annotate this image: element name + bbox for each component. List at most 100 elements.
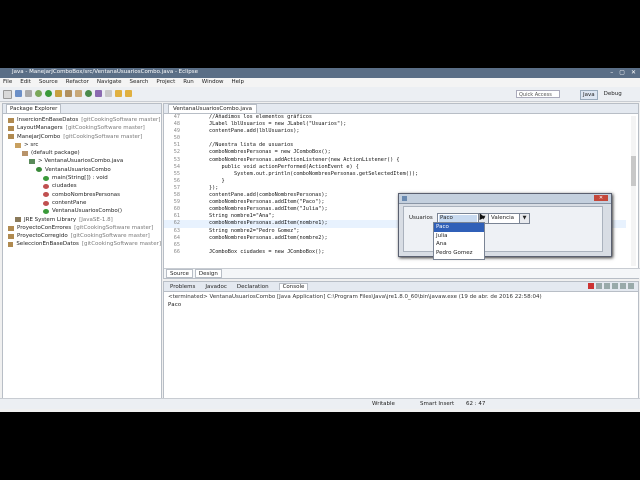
line-text: comboNombresPersonas.addItem("Paco"); xyxy=(184,199,325,206)
tree-item-decoration: [gitCookingSoftware master] xyxy=(70,233,150,240)
perspective-java[interactable]: Java xyxy=(580,90,598,100)
forward-icon[interactable] xyxy=(125,90,132,97)
code-line[interactable]: 48 JLabel lblUsuarios = new JLabel("Usua… xyxy=(164,121,626,128)
chevron-down-icon[interactable]: ▼ xyxy=(519,214,529,223)
package-explorer-tab[interactable]: Package Explorer xyxy=(6,104,62,113)
tree-item[interactable]: comboNombresPersonas xyxy=(5,191,161,199)
source-tab[interactable]: Source xyxy=(166,269,193,278)
code-line[interactable]: 53 comboNombresPersonas.addActionListene… xyxy=(164,157,626,164)
line-number: 65 xyxy=(173,241,180,248)
line-number: 50 xyxy=(173,135,180,142)
open-type-icon[interactable] xyxy=(95,90,102,97)
source-folder-icon xyxy=(15,142,21,148)
save-icon[interactable] xyxy=(15,90,22,97)
tab-console[interactable]: Console xyxy=(278,283,309,290)
new-package-icon[interactable] xyxy=(75,90,82,97)
tree-item[interactable]: ciudades xyxy=(5,182,161,190)
quick-access-input[interactable]: Quick Access xyxy=(516,90,560,98)
tree-item[interactable]: VentanaUsuariosCombo xyxy=(5,166,161,174)
dropdown-option[interactable]: Paco xyxy=(434,223,484,232)
tree-item[interactable]: > VentanaUsuariosCombo.java xyxy=(5,157,161,165)
run-icon[interactable] xyxy=(45,90,52,97)
display-console-icon[interactable] xyxy=(628,283,634,289)
search-icon[interactable] xyxy=(105,90,112,97)
line-number: 51 xyxy=(173,142,180,149)
new-class-icon[interactable] xyxy=(85,90,92,97)
tree-item[interactable]: (default package) xyxy=(5,149,161,157)
print-icon[interactable] xyxy=(25,90,32,97)
tab-declaration[interactable]: Declaration xyxy=(237,284,269,290)
remove-launch-icon[interactable] xyxy=(596,283,602,289)
menu-project[interactable]: Project xyxy=(156,78,175,87)
code-line[interactable]: 54 public void actionPerformed(ActionEve… xyxy=(164,164,626,171)
debug-icon[interactable] xyxy=(35,90,42,97)
code-line[interactable]: 47 //Añadimos los elementos gráficos xyxy=(164,114,626,121)
dropdown-option[interactable]: Ana xyxy=(434,240,484,249)
menu-refactor[interactable]: Refactor xyxy=(66,78,89,87)
maximize-button[interactable]: ▢ xyxy=(619,69,625,76)
cities-combo[interactable]: Valencia ▼ xyxy=(488,213,530,224)
minimize-button[interactable]: – xyxy=(610,69,613,76)
dropdown-option[interactable]: Julia xyxy=(434,232,484,241)
menu-window[interactable]: Window xyxy=(202,78,224,87)
new-icon[interactable] xyxy=(3,90,12,99)
menu-edit[interactable]: Edit xyxy=(20,78,31,87)
tree-item-label: ManejarJCombo xyxy=(17,133,61,140)
tree-item-label: LayoutManagers xyxy=(17,125,63,132)
terminate-icon[interactable] xyxy=(588,283,594,289)
menu-run[interactable]: Run xyxy=(183,78,194,87)
menu-bar: File Edit Source Refactor Navigate Searc… xyxy=(0,78,640,87)
project-icon xyxy=(8,125,14,131)
editor-scrollbar[interactable] xyxy=(631,116,636,266)
menu-file[interactable]: File xyxy=(3,78,12,87)
tree-item-label: ProyectoCorregido xyxy=(17,233,68,240)
tree-item-label: ProyectoConErrores xyxy=(17,224,72,231)
line-text: String nombre1="Ana"; xyxy=(184,213,275,220)
tree-item[interactable]: ManejarJCombo [gitCookingSoftware master] xyxy=(5,133,161,141)
tree-item[interactable]: LayoutManagers [gitCookingSoftware master… xyxy=(5,124,161,132)
clear-console-icon[interactable] xyxy=(604,283,610,289)
tree-item[interactable]: > src xyxy=(5,141,161,149)
menu-help[interactable]: Help xyxy=(231,78,244,87)
menu-navigate[interactable]: Navigate xyxy=(97,78,122,87)
project-tree: InsercionEnBaseDatos [gitCookingSoftware … xyxy=(3,114,161,249)
tree-item[interactable]: InsercionEnBaseDatos [gitCookingSoftware … xyxy=(5,116,161,124)
tree-item[interactable]: main(String[]) : void xyxy=(5,174,161,182)
tree-item[interactable]: ProyectoCorregido [gitCookingSoftware mas… xyxy=(5,232,161,240)
pin-console-icon[interactable] xyxy=(620,283,626,289)
tree-item-label: JRE System Library xyxy=(24,216,77,223)
tree-item[interactable]: JRE System Library [JavaSE-1.8] xyxy=(5,216,161,224)
back-icon[interactable] xyxy=(115,90,122,97)
tree-item[interactable]: contentPane xyxy=(5,199,161,207)
line-text: contentPane.add(lblUsuarios); xyxy=(184,128,300,135)
external-tools-icon[interactable] xyxy=(55,90,62,97)
close-button[interactable]: ✕ xyxy=(631,69,636,76)
tab-problems[interactable]: Problems xyxy=(170,284,195,290)
tab-javadoc[interactable]: Javadoc xyxy=(205,284,227,290)
tree-item[interactable]: VentanaUsuariosCombo() xyxy=(5,207,161,215)
code-line[interactable]: 49 contentPane.add(lblUsuarios); xyxy=(164,128,626,135)
perspective-debug[interactable]: Debug xyxy=(604,90,622,100)
code-line[interactable]: 55 System.out.println(comboNombresPerson… xyxy=(164,171,626,178)
menu-source[interactable]: Source xyxy=(39,78,58,87)
editor-tab[interactable]: VentanaUsuariosCombo.java xyxy=(168,104,257,113)
line-text: } xyxy=(184,177,225,184)
tree-item[interactable]: ProyectoConErrores [gitCookingSoftware ma… xyxy=(5,224,161,232)
new-java-project-icon[interactable] xyxy=(65,90,72,97)
line-text: comboNombresPersonas = new JComboBox(); xyxy=(184,149,331,156)
tree-item-label: (default package) xyxy=(31,150,80,157)
scroll-lock-icon[interactable] xyxy=(612,283,618,289)
dropdown-option[interactable]: Pedro Gomez xyxy=(434,249,484,258)
design-tab[interactable]: Design xyxy=(194,269,222,278)
title-bar: Java - ManejarJComboBox/src/VentanaUsuar… xyxy=(0,68,640,78)
swing-close-icon[interactable]: ✕ xyxy=(594,195,608,201)
tree-item[interactable]: SeleccionEnBaseDatos [gitCookingSoftware … xyxy=(5,240,161,248)
code-line[interactable]: 57 }); xyxy=(164,185,626,192)
code-line[interactable]: 56 } xyxy=(164,178,626,185)
code-line[interactable]: 52 comboNombresPersonas = new JComboBox(… xyxy=(164,149,626,156)
line-text: comboNombresPersonas.addItem(nombre1); xyxy=(184,220,328,227)
class-icon xyxy=(36,167,42,173)
menu-search[interactable]: Search xyxy=(130,78,149,87)
code-line[interactable]: 50 xyxy=(164,135,626,142)
code-line[interactable]: 51 //Nuestra lista de usuarios xyxy=(164,142,626,149)
